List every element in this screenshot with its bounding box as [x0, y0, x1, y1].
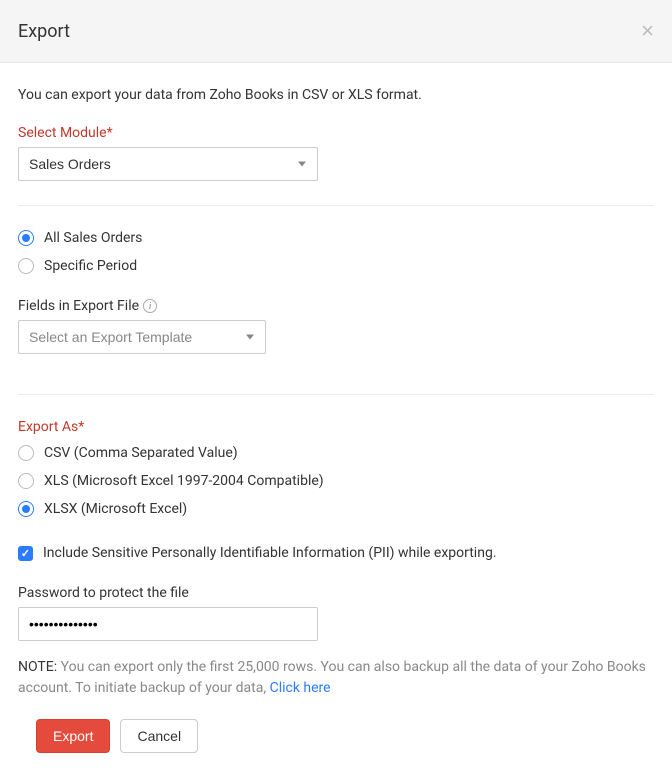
note-text: NOTE: You can export only the first 25,0… — [18, 657, 654, 699]
export-as-label: Export As* — [18, 419, 654, 435]
password-input[interactable] — [18, 607, 318, 641]
radio-label: CSV (Comma Separated Value) — [44, 445, 238, 461]
backup-link[interactable]: Click here — [270, 680, 331, 696]
close-button[interactable]: × — [641, 20, 654, 42]
radio-icon — [18, 445, 34, 461]
radio-label: XLS (Microsoft Excel 1997-2004 Compatibl… — [44, 473, 324, 489]
modal-title: Export — [18, 21, 70, 42]
fields-in-file-label: Fields in Export File i — [18, 298, 654, 314]
scope-radio-group: All Sales Orders Specific Period — [18, 230, 654, 274]
checkbox-label: Include Sensitive Personally Identifiabl… — [43, 545, 497, 561]
radio-icon — [18, 230, 34, 246]
checkbox-icon — [18, 546, 33, 561]
password-label: Password to protect the file — [18, 585, 654, 601]
include-pii-checkbox[interactable]: Include Sensitive Personally Identifiabl… — [18, 545, 654, 561]
divider — [18, 205, 654, 206]
radio-icon — [18, 258, 34, 274]
radio-label: XLSX (Microsoft Excel) — [44, 501, 187, 517]
cancel-button[interactable]: Cancel — [120, 719, 198, 753]
select-module-label: Select Module* — [18, 125, 654, 141]
radio-label: All Sales Orders — [44, 230, 142, 246]
scope-all-option[interactable]: All Sales Orders — [18, 230, 654, 246]
note-label: NOTE: — [18, 659, 57, 675]
radio-label: Specific Period — [44, 258, 137, 274]
fields-template-dropdown[interactable]: Select an Export Template — [18, 320, 266, 354]
scope-specific-period-option[interactable]: Specific Period — [18, 258, 654, 274]
export-as-xlsx-option[interactable]: XLSX (Microsoft Excel) — [18, 501, 654, 517]
close-icon: × — [641, 18, 654, 43]
select-module-dropdown[interactable]: Sales Orders — [18, 147, 318, 181]
intro-text: You can export your data from Zoho Books… — [18, 87, 654, 103]
export-as-csv-option[interactable]: CSV (Comma Separated Value) — [18, 445, 654, 461]
note-body: You can export only the first 25,000 row… — [18, 659, 646, 696]
divider — [18, 394, 654, 395]
export-button[interactable]: Export — [36, 719, 110, 753]
export-as-xls-option[interactable]: XLS (Microsoft Excel 1997-2004 Compatibl… — [18, 473, 654, 489]
radio-icon — [18, 501, 34, 517]
radio-icon — [18, 473, 34, 489]
info-icon[interactable]: i — [143, 299, 157, 313]
export-as-radio-group: CSV (Comma Separated Value) XLS (Microso… — [18, 445, 654, 517]
